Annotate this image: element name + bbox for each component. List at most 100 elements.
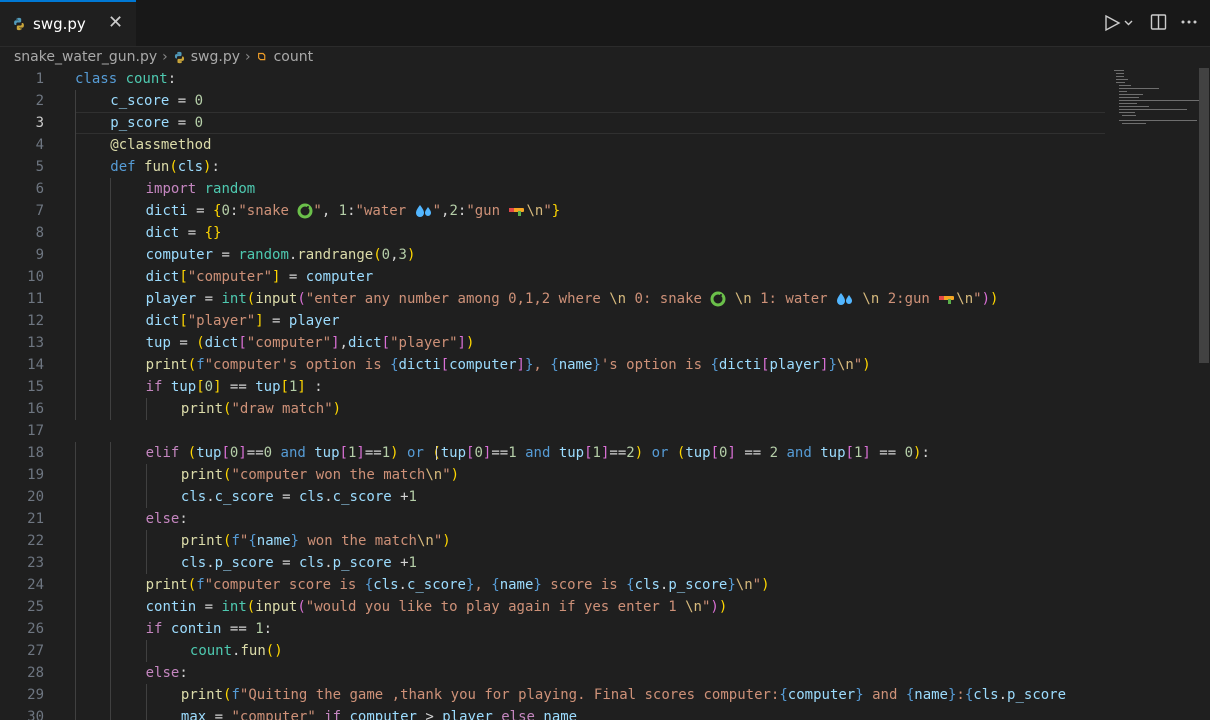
code-text: print(f"Quiting the game ,thank you for … [181, 684, 1066, 706]
code-token: " [973, 291, 982, 307]
tab-bar: swg.py ✕ [0, 0, 1210, 47]
line-number: 29 [27, 687, 44, 703]
water-drops-emoji-icon [415, 203, 433, 219]
code-token: 2 [626, 445, 635, 461]
code-token: = [196, 291, 222, 307]
code-line[interactable]: 11 player = int(input("enter any number a… [0, 288, 1105, 310]
code-token: > [416, 709, 443, 720]
indent-guide [110, 310, 112, 332]
tab-swg-py[interactable]: swg.py ✕ [0, 0, 136, 46]
minimap[interactable] [1112, 68, 1200, 128]
indent-guide [75, 618, 76, 640]
code-token: [ [280, 379, 289, 395]
code-line[interactable]: 30 max = "computer" if computer > player … [0, 706, 1105, 720]
indent-guide [75, 134, 76, 156]
code-line[interactable]: 6 import random [0, 178, 1105, 200]
code-token: ) [710, 599, 719, 615]
code-editor[interactable]: 1 class count: 2 c_score = 0 3 p_score = 0 4 @c… [0, 68, 1105, 720]
code-token: ] [457, 335, 466, 351]
indent-guide [75, 442, 76, 464]
code-token: = [196, 599, 222, 615]
code-token: " [752, 577, 762, 593]
code-line[interactable]: 22 print(f"{name} won the match\n") [0, 530, 1105, 552]
code-token: count [189, 643, 233, 659]
code-token: ( [187, 445, 197, 461]
code-token: ) [332, 401, 342, 417]
code-line[interactable]: 24 print(f"computer score is {cls.c_score… [0, 574, 1105, 596]
code-line[interactable]: 8 dict = {} [0, 222, 1105, 244]
code-token: dict [145, 313, 180, 329]
code-line[interactable]: 16 print("draw match") [0, 398, 1105, 420]
run-icon[interactable] [1104, 13, 1134, 33]
code-line[interactable]: 15 if tup[0] == tup[1] : [0, 376, 1105, 398]
code-token: { [710, 357, 719, 373]
code-token: cls [973, 687, 999, 703]
indent-guide [110, 332, 112, 354]
code-token: dicti [398, 357, 441, 373]
code-token: dict [145, 225, 180, 241]
split-editor-icon[interactable] [1150, 13, 1168, 31]
code-token: == [609, 445, 627, 461]
code-token: tup [820, 445, 846, 461]
code-token: print [180, 467, 224, 483]
close-tab-icon[interactable]: ✕ [108, 13, 123, 33]
code-line[interactable]: 10 dict["computer"] = computer [0, 266, 1105, 288]
line-number: 27 [27, 643, 44, 659]
code-token: : [956, 687, 965, 703]
code-line[interactable]: 1 class count: [0, 68, 1105, 90]
code-line[interactable]: 19 print("computer won the match\n") [0, 464, 1105, 486]
code-token: print [180, 533, 224, 549]
code-line[interactable]: 18 elif (tup[0]==0 and tup[1]==1) or (tup… [0, 442, 1105, 464]
more-actions-icon[interactable] [1180, 13, 1198, 31]
water-drops-emoji-icon [836, 291, 854, 307]
code-token: [ [221, 445, 230, 461]
code-line[interactable]: 7 dicti = {0:"snake ", 1:"water ",2:"gun … [0, 200, 1105, 222]
code-line[interactable]: 4 @classmethod [0, 134, 1105, 156]
code-text: import random [146, 178, 256, 200]
code-token: @classmethod [110, 137, 212, 153]
code-token: tup [145, 335, 171, 351]
code-line[interactable]: 26 if contin == 1: [0, 618, 1105, 640]
code-token: random [238, 247, 289, 263]
code-line[interactable]: 29 print(f"Quiting the game ,thank you fo… [0, 684, 1105, 706]
code-text: contin = int(input("would you like to pl… [146, 596, 728, 618]
code-line[interactable]: 17 [0, 420, 1105, 442]
code-line[interactable]: 3 p_score = 0 [0, 112, 1105, 134]
breadcrumb-symbol[interactable]: count [256, 49, 313, 65]
breadcrumb-file[interactable]: swg.py [173, 49, 240, 65]
code-token: [ [710, 445, 720, 461]
code-line[interactable]: 14 print(f"computer's option is {dicti[co… [0, 354, 1105, 376]
code-token: 0 [263, 445, 273, 461]
code-token: ] [255, 313, 264, 329]
breadcrumb-folder[interactable]: snake_water_gun.py [14, 49, 157, 65]
code-token: { [550, 357, 559, 373]
code-token: f [231, 687, 240, 703]
line-number: 4 [35, 137, 44, 153]
code-line[interactable]: 21 else: [0, 508, 1105, 530]
code-token: } [551, 203, 561, 219]
code-line[interactable]: 20 cls.c_score = cls.c_score +1 [0, 486, 1105, 508]
code-line[interactable]: 5 def fun(cls): [0, 156, 1105, 178]
code-line[interactable]: 12 dict["player"] = player [0, 310, 1105, 332]
code-token: \n [735, 577, 753, 593]
indent-guide [75, 508, 76, 530]
code-token: name [499, 577, 534, 593]
code-token: == [870, 445, 905, 461]
vertical-scrollbar[interactable] [1199, 68, 1209, 363]
code-token: print [180, 401, 224, 417]
code-line[interactable]: 23 cls.p_score = cls.p_score +1 [0, 552, 1105, 574]
code-line[interactable]: 27 count.fun() [0, 640, 1105, 662]
code-line[interactable]: 9 computer = random.randrange(0,3) [0, 244, 1105, 266]
code-line[interactable]: 28 else: [0, 662, 1105, 684]
code-line[interactable]: 25 contin = int(input("would you like to … [0, 596, 1105, 618]
code-token: 0 [381, 247, 391, 263]
code-token: = [169, 93, 195, 109]
code-text: print("computer won the match\n") [181, 464, 459, 486]
indent-guide [110, 244, 112, 266]
code-token: ) [634, 445, 644, 461]
code-line[interactable]: 2 c_score = 0 [0, 90, 1105, 112]
code-text: def fun(cls): [110, 156, 220, 178]
indent-guide [110, 200, 112, 222]
code-line[interactable]: 13 tup = (dict["computer"],dict["player"]… [0, 332, 1105, 354]
code-token: ( [246, 291, 256, 307]
